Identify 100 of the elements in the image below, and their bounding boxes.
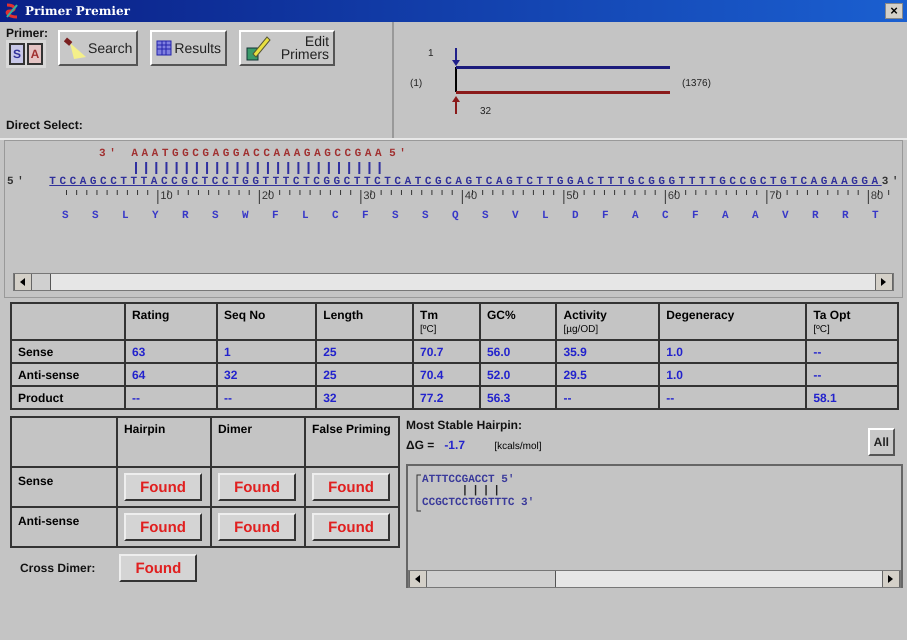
horizontal-scrollbar[interactable] (13, 273, 894, 291)
antisense-arrow-icon (452, 96, 460, 114)
scroll-right-icon[interactable] (882, 571, 900, 587)
table-icon (156, 40, 172, 56)
horizontal-scrollbar[interactable] (408, 570, 901, 588)
column-header: Dimer (211, 417, 305, 467)
table-cell: 77.2 (413, 386, 480, 409)
table-cell: 70.4 (413, 363, 480, 386)
table-cell: -- (659, 386, 806, 409)
table-cell: 25 (316, 340, 414, 363)
found-button[interactable]: Found (312, 473, 390, 501)
amino-acid: F (362, 210, 370, 222)
amino-acid: L (122, 210, 130, 222)
amino-acid: A (632, 210, 640, 222)
amino-acid: A (722, 210, 730, 222)
delta-g-label: ΔG = (406, 438, 434, 452)
strand-button[interactable]: S (9, 43, 25, 65)
end-label: (1376) (682, 78, 711, 89)
column-header: Rating (125, 303, 218, 340)
amino-acid: L (542, 210, 550, 222)
toolbar-button[interactable]: Edit Primers (239, 30, 336, 66)
template-sequence: TCCAGCCTTTACCGCTCCTGGTTTCTCGGCTTCTCATCGCAGTCAGTCTTGGACTTTGCGGGTTTTGCCGCTGTCAGAAGGA (49, 176, 882, 188)
amino-acid: S (392, 210, 400, 222)
column-header: False Priming (305, 417, 399, 467)
prime-label: 5' (389, 148, 410, 160)
table-cell: 32 (217, 363, 316, 386)
sense-strand-line (455, 67, 457, 92)
amino-acid: F (602, 210, 610, 222)
hairpin-bottom-strand: CCGCTCCTGGTTTC 3' (422, 497, 534, 509)
table-cell: 56.3 (480, 386, 556, 409)
table-cell: 56.0 (480, 340, 556, 363)
primer-label: Primer: (6, 26, 50, 40)
table-cell: -- (217, 386, 316, 409)
table-cell: 1 (217, 340, 316, 363)
hairpin-title: Most Stable Hairpin: (406, 418, 524, 432)
amino-acid: Q (452, 210, 460, 222)
amino-acid: W (242, 210, 250, 222)
row-header: Sense (11, 340, 125, 363)
amino-acid: R (842, 210, 850, 222)
row-header: Anti-sense (11, 363, 125, 386)
amino-acid: D (572, 210, 580, 222)
prime-label: 3' (99, 148, 120, 160)
table-cell: -- (806, 340, 898, 363)
amino-acid: R (182, 210, 190, 222)
all-button[interactable]: All (868, 428, 895, 456)
column-header: Ta Opt [ºC] (806, 303, 898, 340)
amino-acid: L (302, 210, 310, 222)
amino-acid: T (872, 210, 880, 222)
row-header: Product (11, 386, 125, 409)
amino-acid: R (812, 210, 820, 222)
column-header: GC% (480, 303, 556, 340)
table-cell: 1.0 (659, 340, 806, 363)
table-cell: 52.0 (480, 363, 556, 386)
start-label: (1) (410, 78, 422, 89)
scroll-thumb[interactable] (427, 571, 556, 587)
found-button[interactable]: Found (124, 513, 202, 541)
amino-acid: C (662, 210, 670, 222)
amino-acid: F (692, 210, 700, 222)
bracket-icon (416, 474, 422, 512)
table-cell: 29.5 (556, 363, 660, 386)
found-button[interactable]: Found (312, 513, 390, 541)
table-cell: 35.9 (556, 340, 660, 363)
amino-acid: Y (152, 210, 160, 222)
amino-acid: S (212, 210, 220, 222)
hairpin-pairs: |||| (460, 486, 505, 497)
close-button[interactable]: × (885, 3, 903, 19)
scroll-right-icon[interactable] (875, 274, 893, 290)
found-button[interactable]: Found (124, 473, 202, 501)
found-button[interactable]: Found (218, 473, 296, 501)
start-position: 1 (428, 48, 434, 59)
row-header: Sense (11, 467, 117, 507)
table-cell: -- (125, 386, 218, 409)
toolbar-button[interactable]: Search (58, 30, 138, 66)
prime-label: 5' (6, 176, 28, 188)
strand-button[interactable]: A (27, 43, 43, 65)
amino-acid: V (782, 210, 790, 222)
column-header: Tm [ºC] (413, 303, 480, 340)
table-cell: 70.7 (413, 340, 480, 363)
scroll-left-icon[interactable] (14, 274, 32, 290)
amino-acid: F (272, 210, 280, 222)
flashlight-icon (64, 37, 86, 59)
amino-acid: S (62, 210, 70, 222)
column-header: Degeneracy (659, 303, 806, 340)
column-header: Seq No (217, 303, 316, 340)
scroll-thumb[interactable] (32, 274, 51, 290)
amino-acid: V (512, 210, 520, 222)
column-header: Length (316, 303, 414, 340)
scroll-left-icon[interactable] (409, 571, 427, 587)
found-button[interactable]: Found (218, 513, 296, 541)
found-button[interactable]: Found (119, 554, 198, 582)
end-position: 32 (480, 106, 492, 117)
toolbar-button[interactable]: Results (150, 30, 228, 66)
amino-acid: C (332, 210, 340, 222)
table-cell: 32 (316, 386, 414, 409)
table-cell: 64 (125, 363, 218, 386)
prime-label: 3' (882, 176, 902, 188)
amino-acid: S (482, 210, 490, 222)
delta-g-value: -1.7 (444, 438, 466, 452)
table-cell: -- (806, 363, 898, 386)
amino-acid: S (422, 210, 430, 222)
